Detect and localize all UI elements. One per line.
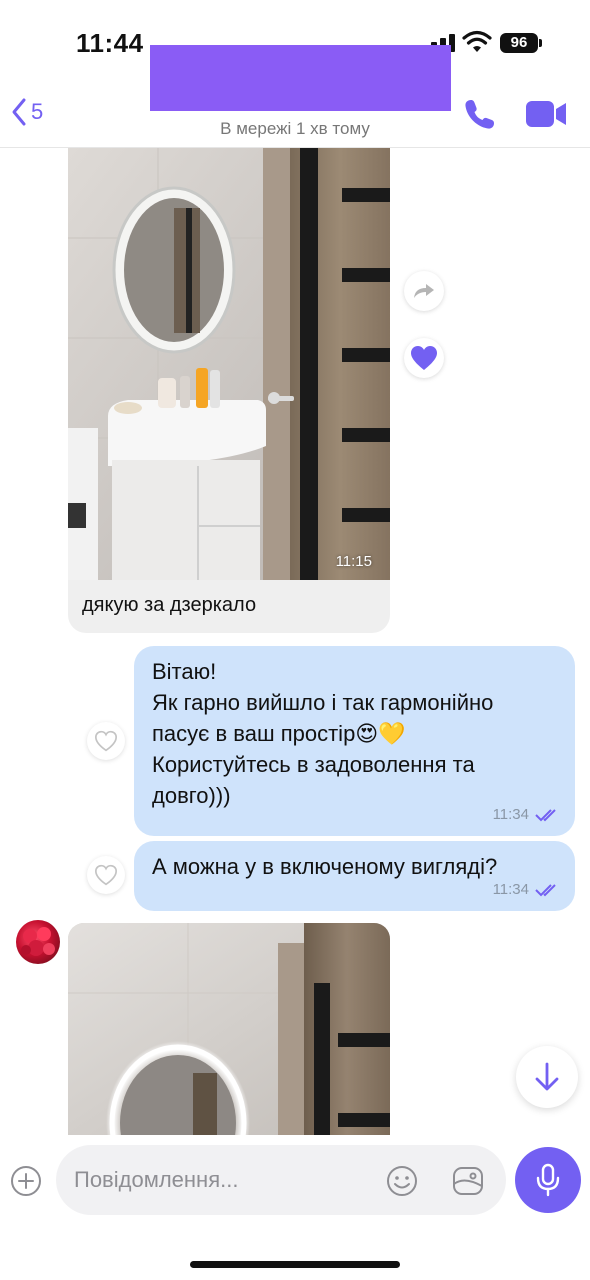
image-timestamp: 11:15 xyxy=(335,553,372,570)
home-indicator xyxy=(190,1261,400,1268)
photo-illustration xyxy=(68,923,390,1135)
message-composer xyxy=(0,1135,590,1280)
redaction-overlay xyxy=(150,45,451,111)
like-button[interactable] xyxy=(404,338,444,378)
emoji-icon[interactable] xyxy=(385,1164,419,1198)
message-meta: 11:34 xyxy=(493,874,561,905)
message-time: 11:34 xyxy=(492,806,529,823)
photo-illustration xyxy=(68,148,390,580)
double-check-icon xyxy=(535,808,556,821)
incoming-message[interactable]: дякую за дзеркало xyxy=(68,580,390,633)
message-input[interactable] xyxy=(56,1145,506,1215)
forward-button[interactable] xyxy=(404,271,444,311)
bathroom-mirror-photo[interactable]: 11:15 xyxy=(68,148,390,580)
heart-outline-icon xyxy=(94,730,118,752)
status-time: 11:44 xyxy=(76,28,144,58)
plus-circle-icon[interactable] xyxy=(10,1165,42,1197)
message-meta: 11:34 xyxy=(493,799,561,830)
forward-icon xyxy=(414,284,434,298)
heart-filled-icon xyxy=(411,346,437,370)
wifi-icon xyxy=(462,30,492,52)
double-check-icon xyxy=(535,883,556,896)
like-button[interactable] xyxy=(87,856,125,894)
battery-level: 96 xyxy=(500,33,538,53)
contact-avatar[interactable] xyxy=(16,920,60,964)
sticker-icon[interactable] xyxy=(451,1164,485,1198)
battery-tip xyxy=(539,39,542,47)
outgoing-message[interactable]: Вітаю! Як гарно вийшло і так гармонійно … xyxy=(134,646,575,836)
contact-status: В мережі 1 хв тому xyxy=(220,119,370,138)
message-time: 11:34 xyxy=(492,881,529,898)
like-button[interactable] xyxy=(87,722,125,760)
voice-message-button[interactable] xyxy=(515,1147,581,1213)
message-line: Вітаю! xyxy=(152,659,217,684)
scroll-to-bottom-button[interactable] xyxy=(516,1046,578,1108)
lit-mirror-photo[interactable] xyxy=(68,923,390,1135)
message-line: Користуйтесь в задоволення та xyxy=(152,752,475,777)
message-line: Як гарно вийшло і так гармонійно xyxy=(152,690,494,715)
message-line: пасує в ваш простір😍💛 xyxy=(152,721,406,746)
microphone-icon xyxy=(536,1163,560,1197)
video-call-icon[interactable] xyxy=(524,96,568,132)
phone-icon[interactable] xyxy=(462,96,498,132)
arrow-down-icon xyxy=(535,1062,559,1091)
message-text: дякую за дзеркало xyxy=(82,594,257,616)
roses-icon xyxy=(21,927,55,956)
outgoing-message[interactable]: А можна у в включеному вигляді? 11:34 xyxy=(134,841,575,911)
heart-outline-icon xyxy=(94,864,118,886)
